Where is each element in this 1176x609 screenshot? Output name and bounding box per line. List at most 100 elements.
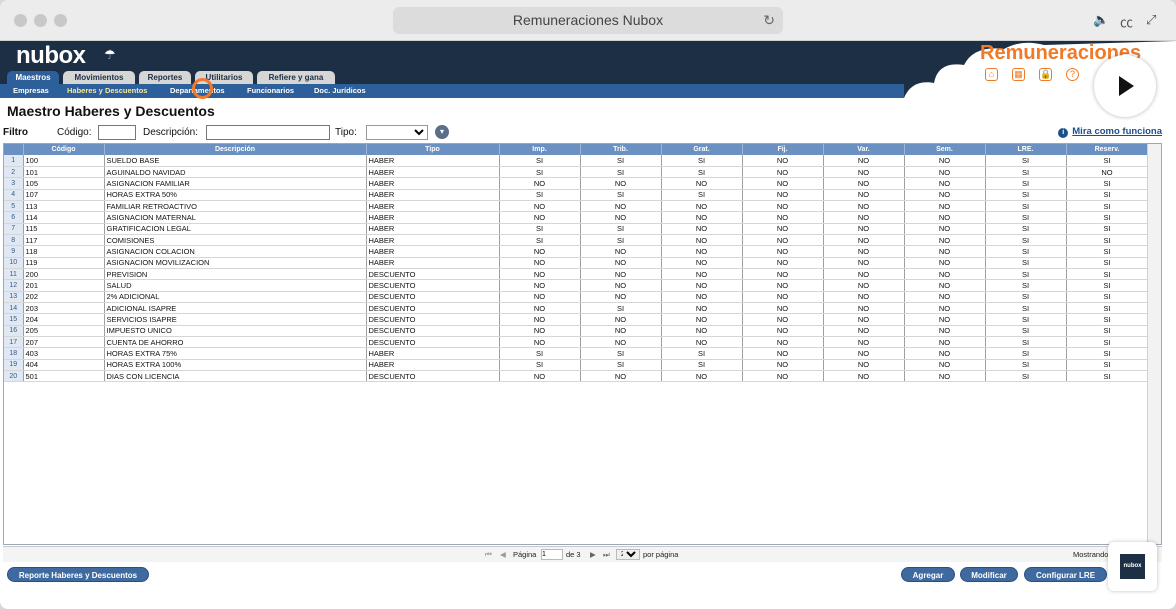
row-number: 6 (4, 211, 24, 224)
play-button[interactable] (1094, 55, 1156, 117)
table-cell: NO (823, 189, 905, 201)
zoom-window-button[interactable] (54, 14, 67, 27)
page-number-input[interactable] (541, 549, 563, 560)
table-cell: NO (823, 177, 905, 190)
table-cell: NO (742, 166, 824, 179)
codigo-input[interactable] (98, 125, 136, 140)
report-button[interactable]: Reporte Haberes y Descuentos (7, 567, 149, 582)
table-row[interactable]: 15 204 SERVICIOS ISAPRE DESCUENTO NO NO NO NO NO… (4, 313, 1149, 326)
subnav-doc-juridicos[interactable]: Doc. Jurídicos (314, 84, 366, 98)
table-cell: NO (580, 200, 662, 213)
table-cell: NO (661, 268, 743, 281)
column-header[interactable]: Grat. (661, 144, 743, 155)
help-link[interactable]: i Mira como funciona (1058, 126, 1162, 138)
table-cell: NO (742, 359, 824, 372)
tab-refiere-y-gana[interactable]: Refiere y gana (257, 71, 335, 85)
table-row[interactable]: 7 115 GRATIFICACION LEGAL HABER SI SI NO NO NO NO… (4, 223, 1149, 235)
row-number: 5 (4, 200, 24, 213)
captions-icon[interactable]: ㏄ (1120, 12, 1133, 31)
table-row[interactable]: 19 404 HORAS EXTRA 100% HABER SI SI SI NO NO NO SI… (4, 359, 1149, 372)
table-row[interactable]: 10 119 ASIGNACION MOVILIZACION HABER NO NO NO N… (4, 257, 1149, 269)
tab-reportes[interactable]: Reportes (139, 71, 191, 85)
tab-movimientos[interactable]: Movimientos (63, 71, 135, 85)
add-button[interactable]: Agregar (901, 567, 955, 582)
table-cell: 404 (23, 359, 105, 372)
prev-page-icon[interactable]: ◀ (500, 550, 506, 559)
table-cell: 200 (23, 268, 105, 281)
reload-icon[interactable]: ↻ (763, 7, 775, 34)
table-row[interactable]: 16 205 IMPUESTO UNICO DESCUENTO NO NO NO NO NO NO… (4, 325, 1149, 338)
table-cell: NO (904, 268, 986, 281)
table-cell: NO (580, 211, 662, 224)
column-header[interactable]: Var. (823, 144, 905, 155)
per-page-select[interactable]: 20 (616, 549, 640, 560)
table-cell: SI (985, 245, 1067, 258)
table-cell: SI (580, 155, 662, 167)
table-cell: 201 (23, 279, 105, 292)
table-cell: NO (904, 336, 986, 349)
table-cell: SI (1066, 279, 1149, 292)
table-row[interactable]: 11 200 PREVISION DESCUENTO NO NO NO NO NO NO SI SI (4, 268, 1149, 281)
table-cell: NO (823, 302, 905, 315)
table-row[interactable]: 20 501 DIAS CON LICENCIA DESCUENTO NO NO NO NO N… (4, 370, 1149, 383)
address-bar[interactable]: Remuneraciones Nubox ↻ (393, 7, 783, 34)
table-cell: NO (580, 245, 662, 258)
minimize-window-button[interactable] (34, 14, 47, 27)
table-row[interactable]: 17 207 CUENTA DE AHORRO DESCUENTO NO NO NO NO NO… (4, 336, 1149, 349)
column-header[interactable]: Imp. (499, 144, 581, 155)
table-cell: NO (823, 245, 905, 258)
edit-button[interactable]: Modificar (960, 567, 1018, 582)
speaker-icon[interactable]: 🔈 (1093, 12, 1109, 28)
table-row[interactable]: 18 403 HORAS EXTRA 75% HABER SI SI SI NO NO NO SI S… (4, 347, 1149, 360)
first-page-icon[interactable]: ⏮ (485, 550, 492, 560)
vertical-scrollbar[interactable] (1147, 144, 1161, 544)
subnav-funcionarios[interactable]: Funcionarios (247, 84, 294, 98)
subnav-empresas[interactable]: Empresas (13, 84, 49, 98)
column-header[interactable]: Código (23, 144, 105, 155)
column-header[interactable]: Sem. (904, 144, 986, 155)
table-cell: SI (1066, 268, 1149, 281)
table-row[interactable]: 5 113 FAMILIAR RETROACTIVO HABER NO NO NO NO NO N… (4, 200, 1149, 213)
table-row[interactable]: 2 101 AGUINALDO NAVIDAD HABER SI SI SI NO NO NO SI… (4, 166, 1149, 179)
subnav-haberes-descuentos[interactable]: Haberes y Descuentos (67, 84, 147, 98)
table-cell: SI (1066, 370, 1149, 383)
table-cell: DESCUENTO (366, 279, 500, 292)
table-cell: HABER (366, 211, 500, 224)
table-row[interactable]: 8 117 COMISIONES HABER SI SI NO NO NO NO SI SI (4, 234, 1149, 247)
table-cell: NO (580, 177, 662, 190)
table-row[interactable]: 12 201 SALUD DESCUENTO NO NO NO NO NO NO SI SI (4, 279, 1149, 292)
table-row[interactable]: 14 203 ADICIONAL ISAPRE DESCUENTO NO SI NO NO NO… (4, 302, 1149, 315)
filter-down-button[interactable]: ▾ (435, 125, 449, 139)
column-header[interactable]: Trib. (580, 144, 662, 155)
column-header[interactable]: Fij. (742, 144, 824, 155)
help-icon[interactable]: ? (1066, 68, 1079, 81)
last-page-icon[interactable]: ⏭ (603, 550, 610, 560)
column-header[interactable]: Descripción (104, 144, 367, 155)
table-row[interactable]: 1 100 SUELDO BASE HABER SI SI SI NO NO NO SI SI (4, 155, 1149, 167)
nubox-logo[interactable]: nubox (16, 42, 86, 70)
table-row[interactable]: 3 105 ASIGNACION FAMILIAR HABER NO NO NO NO NO NO… (4, 177, 1149, 190)
table-cell: NO (661, 313, 743, 326)
grid-icon[interactable]: ▦ (1012, 68, 1025, 81)
lock-icon[interactable]: 🔒 (1039, 68, 1052, 81)
column-header[interactable]: LRE. (985, 144, 1067, 155)
table-row[interactable]: 9 118 ASIGNACION COLACION HABER NO NO NO NO NO NO… (4, 245, 1149, 258)
close-window-button[interactable] (14, 14, 27, 27)
nubox-badge[interactable]: nubox (1108, 542, 1157, 591)
expand-icon[interactable]: ⤢ (1146, 12, 1156, 28)
table-row[interactable]: 13 202 2% ADICIONAL DESCUENTO NO NO NO NO NO NO SI… (4, 291, 1149, 303)
tipo-select[interactable] (366, 125, 428, 140)
table-cell: NO (742, 211, 824, 224)
next-page-icon[interactable]: ▶ (590, 550, 596, 559)
row-number: 14 (4, 302, 24, 315)
descripcion-input[interactable] (206, 125, 330, 140)
configure-lre-button[interactable]: Configurar LRE (1024, 567, 1107, 582)
table-row[interactable]: 4 107 HORAS EXTRA 50% HABER SI SI SI NO NO NO SI SI (4, 189, 1149, 201)
table-row[interactable]: 6 114 ASIGNACION MATERNAL HABER NO NO NO NO NO NO… (4, 211, 1149, 224)
tab-maestros[interactable]: Maestros (7, 71, 59, 85)
table-cell: NO (742, 302, 824, 315)
row-number: 10 (4, 257, 24, 269)
home-icon[interactable]: ⌂ (985, 68, 998, 81)
column-header[interactable]: Tipo (366, 144, 500, 155)
column-header[interactable]: Reserv. (1066, 144, 1149, 155)
